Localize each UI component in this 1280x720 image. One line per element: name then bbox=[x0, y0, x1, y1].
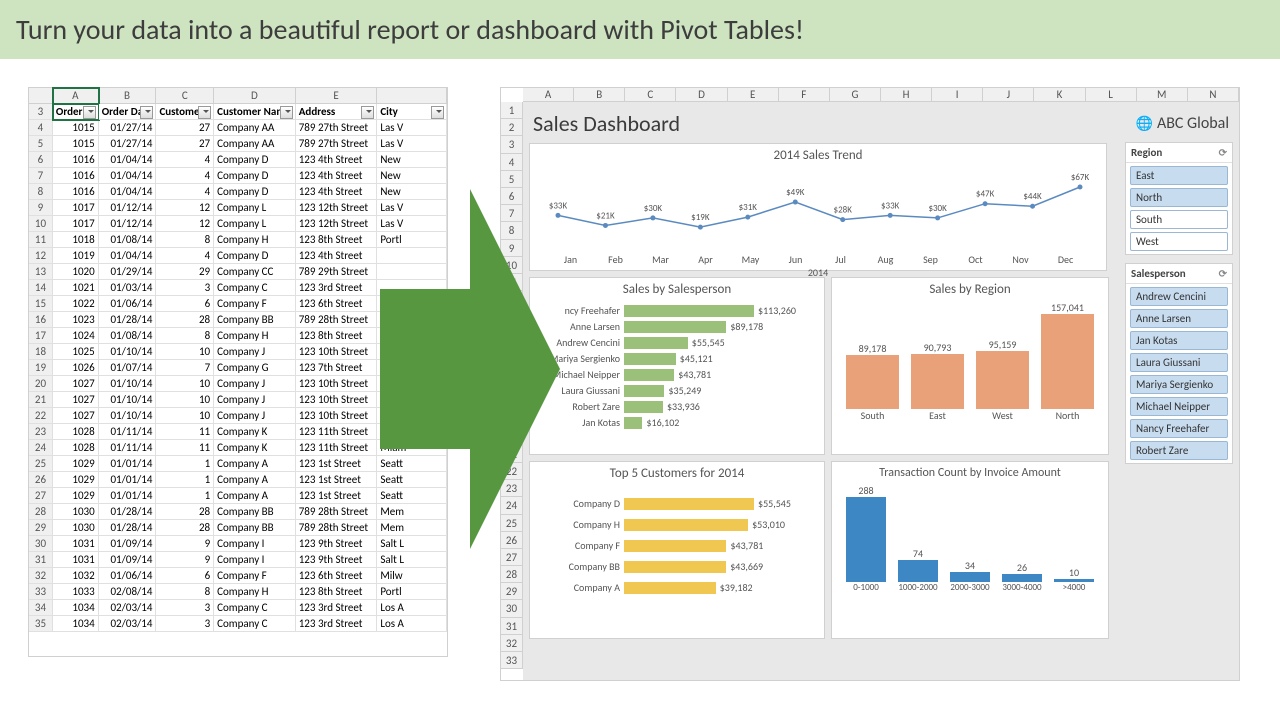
svg-text:$30K: $30K bbox=[928, 203, 947, 214]
slicer-item[interactable]: Jan Kotas bbox=[1130, 331, 1228, 350]
svg-text:$47K: $47K bbox=[976, 189, 995, 200]
sales-by-person-chart[interactable]: Sales by Salesperson ncy Freehafer$113,2… bbox=[529, 277, 825, 455]
slicer-item[interactable]: Robert Zare bbox=[1130, 441, 1228, 460]
table-row[interactable]: 7101601/04/144Company D123 4th StreetNew bbox=[29, 168, 447, 184]
svg-text:$67K: $67K bbox=[1071, 172, 1090, 183]
table-row[interactable]: 6101601/04/144Company D123 4th StreetNew bbox=[29, 152, 447, 168]
table-row[interactable]: 35103402/03/143Company C123 3rd StreetLo… bbox=[29, 616, 447, 632]
salesperson-slicer[interactable]: Salesperson Andrew CenciniAnne LarsenJan… bbox=[1125, 263, 1233, 464]
filter-header[interactable]: Customer bbox=[156, 104, 214, 120]
dashboard-title: Sales Dashboard bbox=[533, 110, 680, 137]
svg-text:$30K: $30K bbox=[644, 203, 663, 214]
slicer-item[interactable]: Michael Neipper bbox=[1130, 397, 1228, 416]
slicer-item[interactable]: East bbox=[1130, 166, 1228, 185]
filter-header[interactable]: Order bbox=[53, 104, 99, 120]
sales-trend-chart[interactable]: 2014 Sales Trend $33K$21K$30K$19K$31K$49… bbox=[529, 143, 1107, 271]
slicer-item[interactable]: Mariya Sergienko bbox=[1130, 375, 1228, 394]
table-row[interactable]: 34103402/03/143Company C123 3rd StreetLo… bbox=[29, 600, 447, 616]
sales-by-region-chart[interactable]: Sales by Region 89,17890,79395,159157,04… bbox=[831, 277, 1109, 455]
region-slicer[interactable]: Region EastNorthSouthWest bbox=[1125, 142, 1233, 255]
filter-header[interactable]: Customer Nan bbox=[214, 104, 296, 120]
svg-text:$44K: $44K bbox=[1023, 191, 1042, 202]
slicer-item[interactable]: Nancy Freehafer bbox=[1130, 419, 1228, 438]
svg-text:$31K: $31K bbox=[739, 202, 758, 213]
slicer-item[interactable]: Laura Giussani bbox=[1130, 353, 1228, 372]
filter-header[interactable]: Address bbox=[296, 104, 378, 120]
transformation-arrow bbox=[380, 189, 560, 549]
table-row[interactable]: 5101501/27/1427Company AA789 27th Street… bbox=[29, 136, 447, 152]
slicer-item[interactable]: Anne Larsen bbox=[1130, 309, 1228, 328]
slicer-item[interactable]: North bbox=[1130, 188, 1228, 207]
table-row[interactable]: 33103302/08/148Company H123 8th StreetPo… bbox=[29, 584, 447, 600]
table-row[interactable]: 31103101/09/149Company I123 9th StreetSa… bbox=[29, 552, 447, 568]
slicer-item[interactable]: Andrew Cencini bbox=[1130, 287, 1228, 306]
filter-header[interactable]: Order Da bbox=[99, 104, 157, 120]
svg-text:$28K: $28K bbox=[834, 205, 853, 216]
svg-text:$19K: $19K bbox=[691, 212, 710, 223]
slicer-item[interactable]: South bbox=[1130, 210, 1228, 229]
svg-text:$33K: $33K bbox=[881, 200, 900, 211]
dashboard-sheet[interactable]: ABCDEFGHIJKLMN 1234567891011121314151617… bbox=[500, 87, 1240, 681]
table-row[interactable]: 4101501/27/1427Company AA789 27th Street… bbox=[29, 120, 447, 136]
banner: Turn your data into a beautiful report o… bbox=[0, 0, 1280, 59]
top-customers-chart[interactable]: Top 5 Customers for 2014 Company D$55,54… bbox=[529, 461, 825, 639]
brand-logo: ABC Global bbox=[1136, 114, 1230, 133]
svg-text:$21K: $21K bbox=[596, 210, 615, 221]
filter-header[interactable]: City bbox=[377, 104, 447, 120]
transaction-count-chart[interactable]: Transaction Count by Invoice Amount 2887… bbox=[831, 461, 1109, 639]
table-row[interactable]: 32103201/06/146Company F123 6th StreetMi… bbox=[29, 568, 447, 584]
svg-text:$49K: $49K bbox=[786, 187, 805, 198]
slicer-item[interactable]: West bbox=[1130, 232, 1228, 251]
